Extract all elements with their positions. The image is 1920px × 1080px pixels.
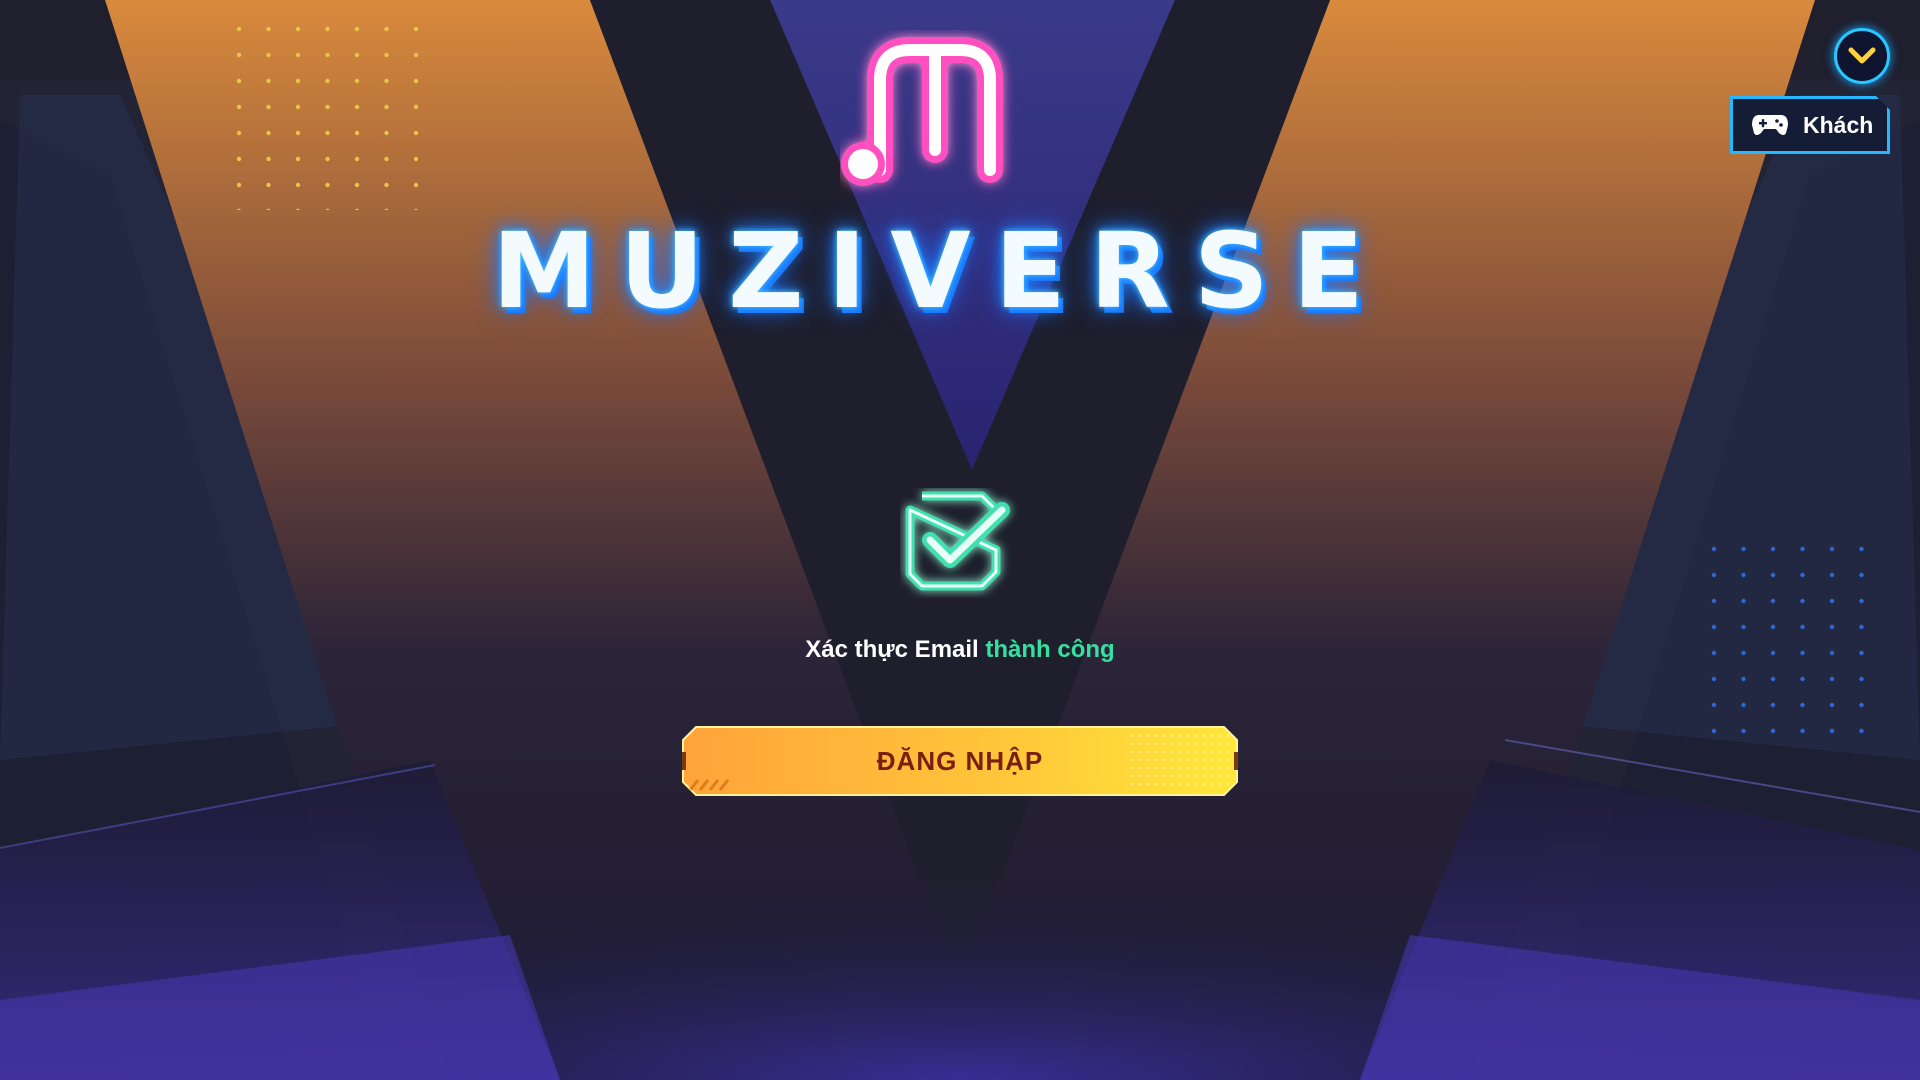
guest-controls: Khách — [1730, 28, 1890, 154]
success-status — [900, 488, 1020, 598]
verification-message-status: thành công — [985, 636, 1115, 663]
chevron-down-icon — [1848, 47, 1876, 64]
menu-dropdown-button[interactable] — [1834, 28, 1890, 84]
app-logo: MUZIVERSE — [480, 30, 1400, 332]
verification-message: Xác thực Email thành công — [0, 636, 1920, 664]
guest-account-badge[interactable]: Khách — [1730, 96, 1890, 154]
gamepad-icon — [1752, 115, 1788, 135]
logo-wordmark: MUZIVERSE — [492, 210, 1388, 332]
login-button[interactable]: ĐĂNG NHẬP — [682, 726, 1238, 796]
check-square-icon — [905, 491, 1010, 591]
music-note-logo-icon — [841, 37, 1003, 186]
guest-label: Khách — [1803, 111, 1874, 138]
login-button-label: ĐĂNG NHẬP — [876, 746, 1044, 776]
verification-message-prefix: Xác thực Email — [805, 636, 979, 663]
